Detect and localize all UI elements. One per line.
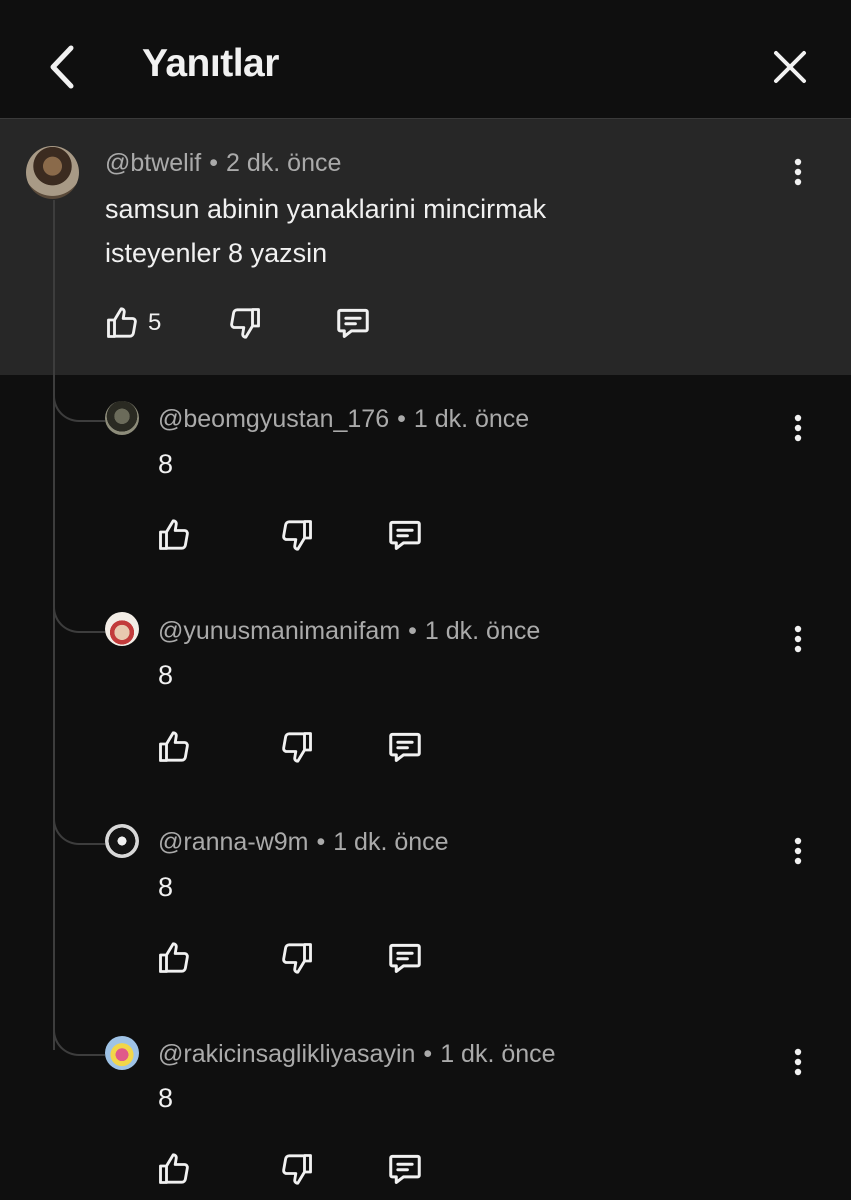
like-button[interactable]: 5 bbox=[104, 305, 161, 341]
page-title: Yanıtlar bbox=[142, 42, 279, 85]
thumbs-up-icon bbox=[159, 942, 189, 973]
comment-meta: @beomgyustan_176 • 1 dk. önce bbox=[158, 405, 529, 434]
chevron-left-icon bbox=[50, 45, 74, 89]
dislike-button[interactable] bbox=[227, 305, 263, 341]
reply-button[interactable] bbox=[386, 516, 424, 554]
thread-branch bbox=[53, 815, 105, 845]
comment-icon bbox=[389, 732, 421, 762]
thumbs-up-icon bbox=[159, 519, 189, 550]
thumbs-down-icon bbox=[282, 943, 312, 974]
comment-icon bbox=[337, 308, 369, 338]
avatar[interactable] bbox=[105, 401, 139, 435]
comment-text: 8 bbox=[158, 1083, 174, 1113]
separator-dot: • bbox=[408, 617, 417, 645]
username[interactable]: @yunusmanimanifam bbox=[158, 617, 400, 645]
thumbs-down-icon bbox=[282, 732, 312, 763]
like-button[interactable] bbox=[156, 517, 192, 553]
separator-dot: • bbox=[209, 149, 219, 177]
more-vert-icon bbox=[794, 414, 802, 442]
thumbs-up-icon bbox=[159, 1153, 189, 1184]
avatar[interactable] bbox=[26, 146, 79, 199]
comment-text: 8 bbox=[158, 449, 174, 479]
username[interactable]: @rakicinsaglikliyasayin bbox=[158, 1040, 415, 1068]
thread-branch bbox=[53, 1026, 105, 1056]
comment-text: 8 bbox=[158, 660, 174, 690]
parent-comment: @btwelif • 2 dk. önce samsun abinin yanakl… bbox=[0, 119, 851, 375]
comment-icon bbox=[389, 1154, 421, 1184]
reply-button[interactable] bbox=[386, 939, 424, 977]
more-vert-icon bbox=[794, 1048, 802, 1076]
dislike-button[interactable] bbox=[279, 1151, 315, 1187]
dislike-button[interactable] bbox=[279, 517, 315, 553]
close-icon bbox=[774, 51, 806, 83]
dislike-button[interactable] bbox=[279, 729, 315, 765]
username[interactable]: @btwelif bbox=[105, 149, 201, 177]
like-button[interactable] bbox=[156, 729, 192, 765]
timestamp[interactable]: 1 dk. önce bbox=[440, 1040, 555, 1068]
comment-icon bbox=[389, 943, 421, 973]
close-button[interactable] bbox=[765, 42, 815, 92]
thumbs-down-icon bbox=[282, 520, 312, 551]
thread-branch bbox=[53, 603, 105, 633]
more-options-button[interactable] bbox=[783, 408, 813, 448]
username[interactable]: @ranna-w9m bbox=[158, 828, 308, 856]
thread-branch bbox=[53, 392, 105, 422]
timestamp[interactable]: 1 dk. önce bbox=[425, 617, 540, 645]
more-options-button[interactable] bbox=[783, 831, 813, 871]
thumbs-down-icon bbox=[230, 308, 260, 339]
reply-button[interactable] bbox=[386, 1150, 424, 1188]
more-options-button[interactable] bbox=[783, 1042, 813, 1082]
comment-meta: @btwelif • 2 dk. önce bbox=[105, 149, 341, 178]
header-bar: Yanıtlar bbox=[0, 0, 851, 119]
thumbs-down-icon bbox=[282, 1154, 312, 1185]
thread-line bbox=[53, 200, 55, 1050]
more-vert-icon bbox=[794, 837, 802, 865]
timestamp[interactable]: 2 dk. önce bbox=[226, 149, 341, 177]
username[interactable]: @beomgyustan_176 bbox=[158, 405, 389, 433]
separator-dot: • bbox=[316, 828, 326, 856]
timestamp[interactable]: 1 dk. önce bbox=[333, 828, 448, 856]
thumbs-up-icon bbox=[107, 307, 137, 338]
comment-text: 8 bbox=[158, 872, 174, 902]
timestamp[interactable]: 1 dk. önce bbox=[414, 405, 529, 433]
comment-text-line: isteyenler 8 yazsin bbox=[105, 238, 328, 268]
comment-text-line: samsun abinin yanaklarini mincirmak bbox=[105, 194, 547, 224]
more-options-button[interactable] bbox=[783, 619, 813, 659]
separator-dot: • bbox=[423, 1040, 433, 1068]
comment-meta: @rakicinsaglikliyasayin • 1 dk. önce bbox=[158, 1040, 556, 1069]
thumbs-up-icon bbox=[159, 731, 189, 762]
more-options-button[interactable] bbox=[783, 152, 813, 192]
comment-text: samsun abinin yanaklarini mincirmak iste… bbox=[105, 187, 546, 275]
reply-button[interactable] bbox=[386, 728, 424, 766]
dislike-button[interactable] bbox=[279, 940, 315, 976]
avatar[interactable] bbox=[105, 612, 139, 646]
comment-meta: @ranna-w9m • 1 dk. önce bbox=[158, 828, 449, 857]
reply-button[interactable] bbox=[334, 304, 372, 342]
avatar[interactable] bbox=[105, 1036, 139, 1070]
like-count: 5 bbox=[148, 309, 162, 336]
like-button[interactable] bbox=[156, 940, 192, 976]
back-button[interactable] bbox=[36, 40, 86, 94]
more-vert-icon bbox=[794, 158, 802, 186]
separator-dot: • bbox=[397, 405, 406, 433]
like-button[interactable] bbox=[156, 1151, 192, 1187]
avatar[interactable] bbox=[105, 824, 139, 858]
more-vert-icon bbox=[794, 625, 802, 653]
comment-meta: @yunusmanimanifam • 1 dk. önce bbox=[158, 617, 540, 646]
comment-icon bbox=[389, 520, 421, 550]
